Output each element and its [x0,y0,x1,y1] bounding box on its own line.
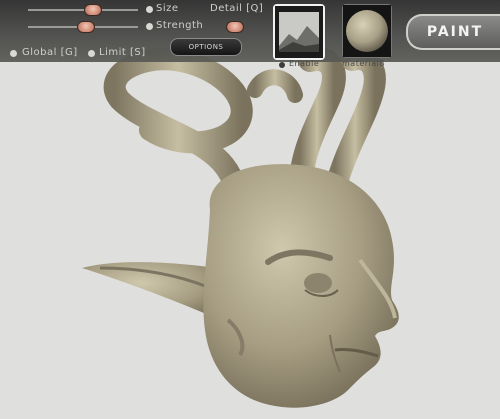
material-thumbnail[interactable] [342,4,392,58]
options-button[interactable]: OPTIONS [170,38,242,56]
material-name: material8 [342,59,385,68]
limit-toggle-dot[interactable] [88,50,95,57]
strength-slider[interactable] [28,21,142,33]
size-slider[interactable] [28,4,142,16]
strength-indicator-dot [146,23,153,30]
paint-button[interactable]: PAINT [406,14,500,50]
size-indicator-dot [146,6,153,13]
size-slider-track[interactable] [28,9,138,11]
strength-label: Strength [156,20,204,31]
limit-toggle[interactable]: Limit [S] [99,47,146,58]
strength-slider-thumb[interactable] [77,21,95,33]
texture-preview-image [275,6,323,58]
detail-slider-thumb[interactable] [226,21,244,33]
global-toggle[interactable]: Global [G] [22,47,78,58]
sculpted-head-model [82,47,399,408]
global-toggle-dot[interactable] [10,50,17,57]
sculpt-viewport[interactable] [0,0,500,419]
enable-dot[interactable] [279,62,285,68]
detail-toggle[interactable]: Detail [Q] [210,3,263,14]
material-sphere-icon [343,5,391,57]
size-label: Size [156,3,179,14]
size-slider-thumb[interactable] [84,4,102,16]
texture-enable-toggle[interactable]: Enable [289,59,319,68]
texture-thumbnail[interactable] [273,4,325,60]
